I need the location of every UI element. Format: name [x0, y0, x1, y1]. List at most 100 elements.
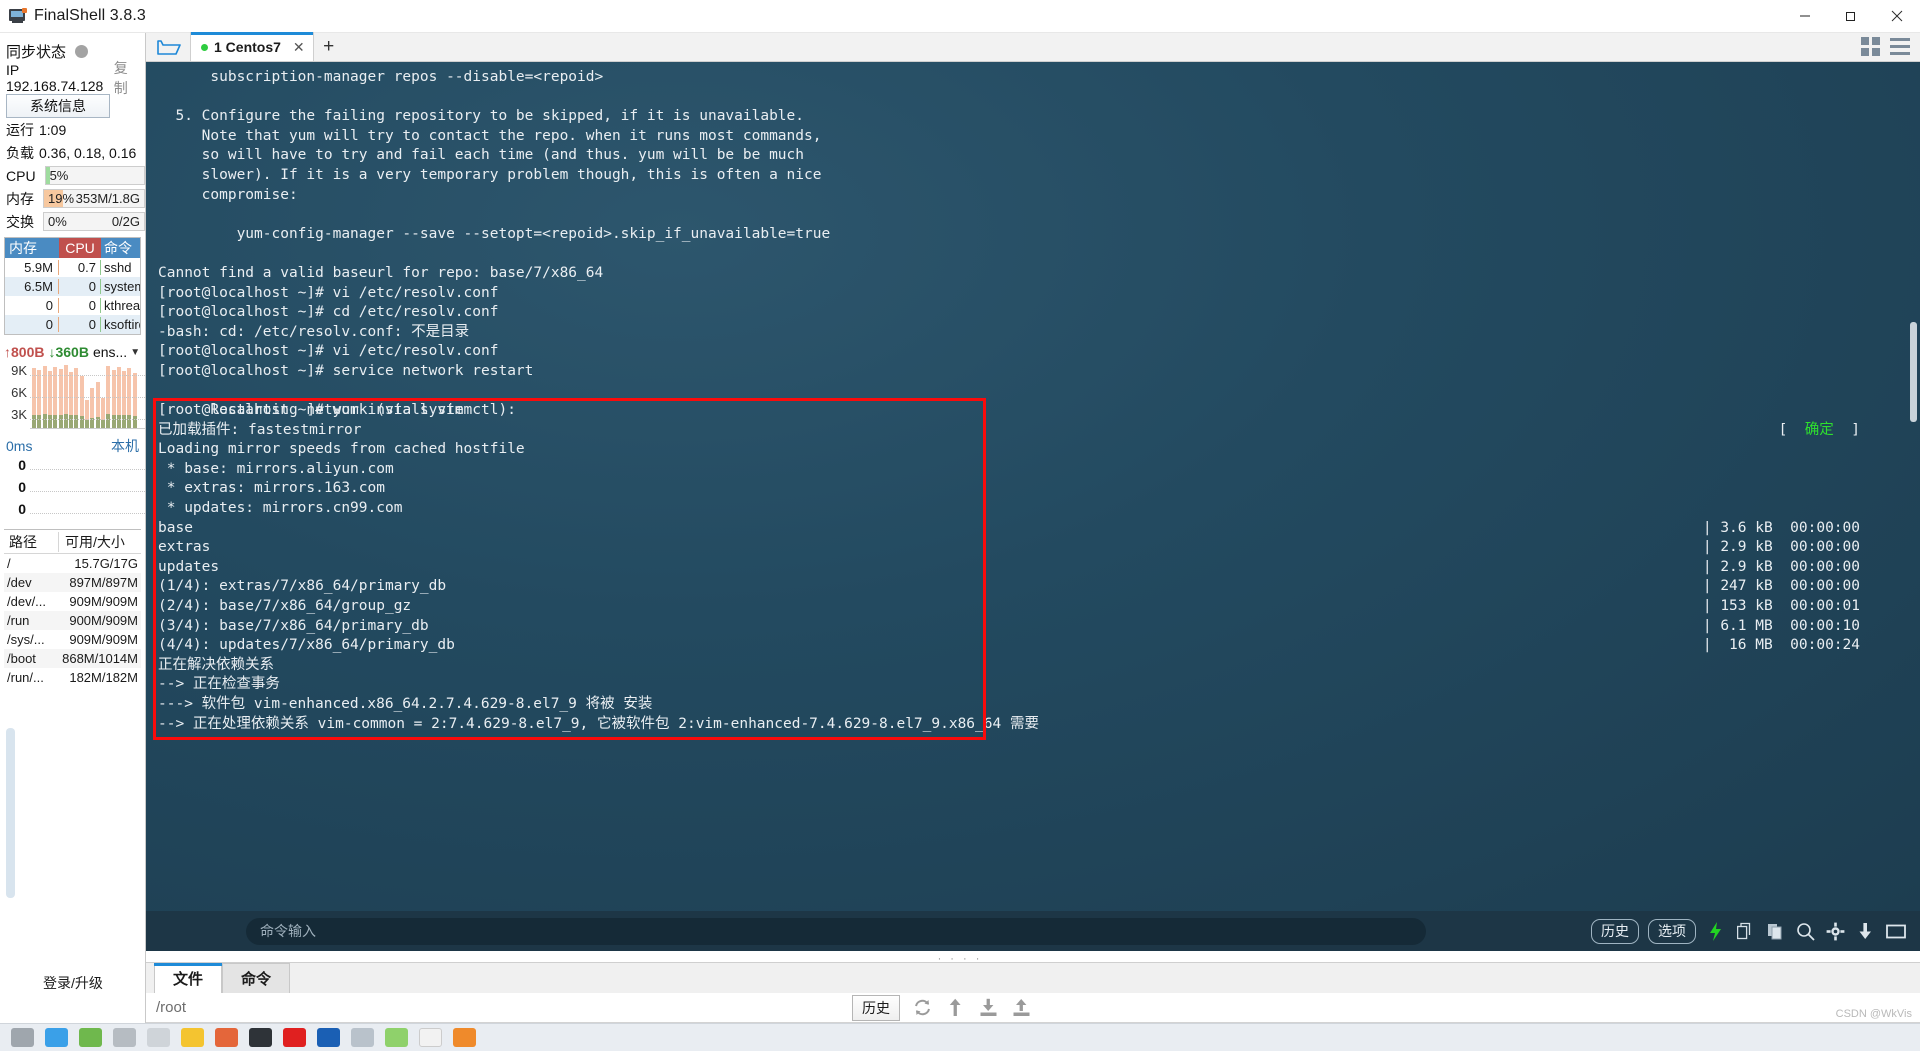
gridline [30, 397, 145, 398]
file-path-input[interactable] [156, 999, 846, 1016]
up-arrow-icon[interactable] [945, 997, 966, 1018]
process-row[interactable]: 00ksoftirq [5, 315, 140, 334]
terminal-line [158, 205, 1920, 225]
disk-row[interactable]: /15.7G/17G [4, 554, 141, 573]
taskbar-icon[interactable] [113, 1028, 136, 1047]
disk-row[interactable]: /run/...182M/182M [4, 668, 141, 687]
hamburger-menu-icon[interactable] [1890, 38, 1910, 55]
copy-ip-button[interactable]: 复制 [114, 58, 139, 98]
uptime-value: 1:09 [39, 122, 66, 138]
gear-icon[interactable] [1825, 921, 1846, 942]
terminal-line: subscription-manager repos --disable=<re… [158, 68, 1920, 88]
network-upload-rate: ↑800B [4, 344, 44, 360]
command-input[interactable] [246, 918, 1426, 945]
tab-bar-actions [1861, 32, 1920, 61]
taskbar-icon[interactable] [283, 1028, 306, 1047]
tab-centos7[interactable]: 1 Centos7 ✕ [190, 32, 314, 61]
taskbar-icon[interactable] [385, 1028, 408, 1047]
swap-label: 交换 [6, 212, 34, 232]
open-folder-icon[interactable] [146, 32, 190, 61]
disk-col-path: 路径 [4, 532, 58, 552]
taskbar-icon[interactable] [317, 1028, 340, 1047]
options-button[interactable]: 选项 [1648, 919, 1696, 944]
search-icon[interactable] [1795, 921, 1816, 942]
network-graph-axis: 9K 6K 3K [2, 363, 30, 429]
title-bar: FinalShell 3.8.3 [0, 0, 1920, 33]
disk-table: 路径 可用/大小 /15.7G/17G/dev897M/897M/dev/...… [4, 529, 141, 687]
minimize-button[interactable] [1782, 0, 1828, 33]
disk-usage: 897M/897M [58, 575, 141, 590]
lightning-icon[interactable] [1705, 921, 1726, 942]
disk-usage: 15.7G/17G [58, 556, 141, 571]
taskbar-icon[interactable] [181, 1028, 204, 1047]
taskbar-icon[interactable] [215, 1028, 238, 1047]
gridline [30, 375, 145, 376]
chevron-down-icon[interactable]: ▼ [130, 347, 140, 358]
terminal-line [158, 88, 1920, 108]
disk-usage: 182M/182M [58, 670, 141, 685]
taskbar-icon[interactable] [351, 1028, 374, 1047]
sidebar-scrollbar[interactable] [6, 728, 15, 898]
disk-row[interactable]: /dev897M/897M [4, 573, 141, 592]
download-icon[interactable] [978, 997, 999, 1018]
memory-percent-text: 19% [44, 191, 74, 206]
terminal-line-right: | 6.1 MB 00:00:10 [1703, 617, 1860, 637]
cpu-percent-text: 5% [46, 168, 69, 183]
terminal-line: 5. Configure the failing repository to b… [158, 107, 1920, 127]
disk-row[interactable]: /run900M/909M [4, 611, 141, 630]
lat-axis-label-0: 0 [2, 457, 26, 479]
taskbar-icon[interactable] [453, 1028, 476, 1047]
taskbar-icon[interactable] [419, 1028, 442, 1047]
process-cpu: 0 [59, 279, 101, 294]
disk-row[interactable]: /sys/...909M/909M [4, 630, 141, 649]
process-row[interactable]: 6.5M0systemc [5, 277, 140, 296]
download-icon[interactable] [1855, 921, 1876, 942]
tab-close-icon[interactable]: ✕ [293, 39, 305, 56]
terminal-output[interactable]: subscription-manager repos --disable=<re… [146, 62, 1920, 911]
system-info-button[interactable]: 系统信息 [6, 94, 110, 118]
cpu-meter: 5% [45, 166, 145, 185]
paste-icon[interactable] [1765, 921, 1786, 942]
network-rate-row[interactable]: ↑800B ↓360B ens... ▼ [0, 341, 145, 363]
window-icon[interactable] [1885, 921, 1906, 942]
copy-icon[interactable] [1735, 921, 1756, 942]
terminal-line: [root@localhost ~]# vi /etc/resolv.conf [158, 342, 1920, 362]
disk-table-header: 路径 可用/大小 [4, 530, 141, 554]
disk-col-usage: 可用/大小 [58, 532, 141, 552]
taskbar-icon[interactable] [45, 1028, 68, 1047]
process-memory: 0 [5, 298, 59, 313]
process-memory: 5.9M [5, 260, 59, 275]
lat-axis-label-1: 0 [2, 479, 26, 501]
new-tab-button[interactable]: + [314, 32, 344, 61]
bottom-tab-strip: 文件 命令 [146, 963, 1920, 993]
tab-commands[interactable]: 命令 [222, 963, 290, 993]
taskbar-icon[interactable] [249, 1028, 272, 1047]
latency-row: 0ms 本机 [0, 435, 145, 457]
taskbar-icon[interactable] [11, 1028, 34, 1047]
close-button[interactable] [1874, 0, 1920, 33]
terminal-line: [root@localhost ~]# cd /etc/resolv.conf [158, 303, 1920, 323]
disk-row[interactable]: /boot868M/1014M [4, 649, 141, 668]
file-history-button[interactable]: 历史 [852, 995, 900, 1021]
tab-files[interactable]: 文件 [154, 963, 222, 993]
disk-row[interactable]: /dev/...909M/909M [4, 592, 141, 611]
upload-icon[interactable] [1011, 997, 1032, 1018]
maximize-button[interactable] [1828, 0, 1874, 33]
login-upgrade-link[interactable]: 登录/升级 [0, 973, 146, 993]
process-memory: 6.5M [5, 279, 59, 294]
history-button[interactable]: 历史 [1591, 919, 1639, 944]
process-row[interactable]: 5.9M0.7sshd [5, 258, 140, 277]
grid-view-icon[interactable] [1861, 37, 1880, 56]
terminal-line: Note that yum will try to contact the re… [158, 127, 1920, 147]
disk-path: /sys/... [4, 632, 58, 647]
refresh-icon[interactable] [912, 997, 933, 1018]
taskbar-icon[interactable] [79, 1028, 102, 1047]
network-bar [96, 382, 100, 428]
ip-address-label: IP 192.168.74.128 [6, 62, 109, 94]
taskbar-icon[interactable] [147, 1028, 170, 1047]
process-row[interactable]: 00kthread [5, 296, 140, 315]
terminal-line-right: | 247 kB 00:00:00 [1703, 577, 1860, 597]
terminal-scrollbar[interactable] [1910, 322, 1917, 422]
watermark: CSDN @WkVis [1836, 1008, 1912, 1020]
net-axis-label-2: 3K [2, 407, 27, 429]
